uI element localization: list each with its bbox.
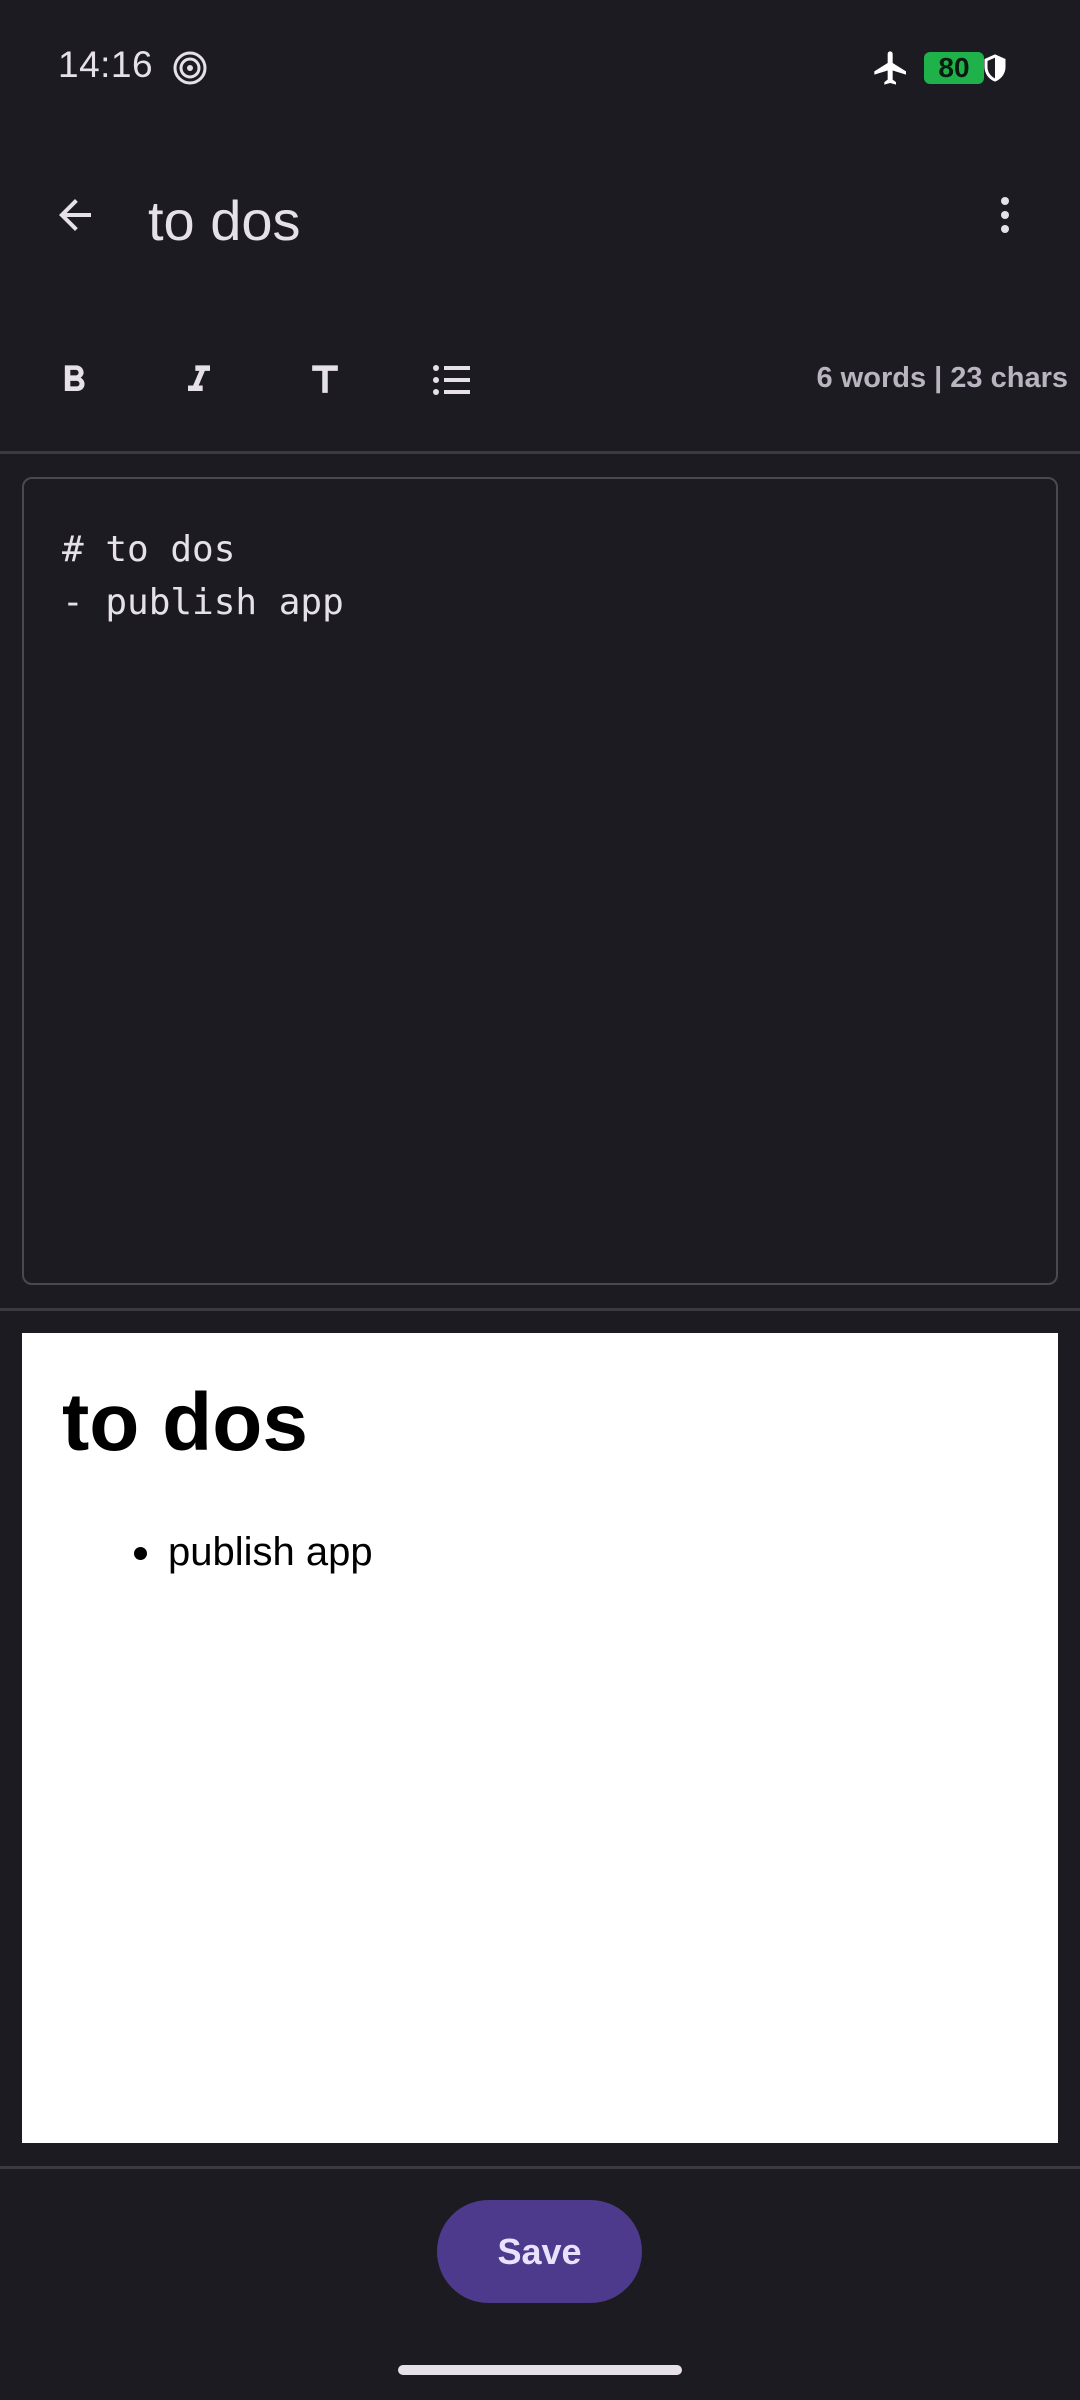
airplane-mode-icon	[874, 51, 906, 85]
bulleted-list-button[interactable]	[414, 342, 490, 418]
save-button[interactable]: Save	[437, 2200, 642, 2303]
note-editor-screen: 14:16 80 to dos 6 words | 23 chars # to …	[0, 0, 1080, 2400]
list-item: publish app	[134, 1527, 1018, 1577]
status-bar: 14:16 80	[0, 0, 1080, 135]
signal-ring-icon	[173, 51, 207, 85]
editor-divider	[0, 1308, 1080, 1311]
status-time: 14:16	[58, 44, 154, 85]
heading-icon	[312, 365, 338, 393]
list-item-text: publish app	[168, 1530, 373, 1574]
word-char-counter: 6 words | 23 chars	[816, 362, 1068, 394]
arrow-left-icon	[59, 199, 91, 231]
preview-heading: to dos	[62, 1377, 308, 1468]
heading-button[interactable]	[287, 342, 363, 418]
italic-icon	[188, 365, 210, 391]
toolbar-divider	[0, 451, 1080, 454]
bullet-icon	[134, 1547, 147, 1560]
italic-button[interactable]	[161, 342, 237, 418]
app-bar: to dos	[0, 150, 1080, 290]
more-vertical-icon	[1001, 197, 1009, 233]
home-indicator[interactable]	[398, 2365, 682, 2375]
back-button[interactable]	[40, 180, 110, 250]
formatting-toolbar: 6 words | 23 chars	[0, 320, 1080, 440]
bold-icon	[64, 365, 85, 391]
editor-line: # to dos	[62, 529, 236, 570]
battery-level: 80	[938, 52, 970, 83]
preview-list: publish app	[62, 1527, 1018, 1577]
editor-line: - publish app	[62, 582, 344, 623]
markdown-preview: to dos publish app	[22, 1333, 1058, 2143]
page-title: to dos	[148, 189, 301, 252]
more-options-button[interactable]	[970, 180, 1040, 250]
bold-button[interactable]	[36, 342, 112, 418]
markdown-editor[interactable]: # to dos - publish app	[22, 477, 1058, 1285]
battery-icon: 80	[924, 52, 984, 84]
shield-icon	[984, 54, 1006, 82]
bulleted-list-icon	[433, 365, 470, 395]
preview-divider	[0, 2166, 1080, 2169]
